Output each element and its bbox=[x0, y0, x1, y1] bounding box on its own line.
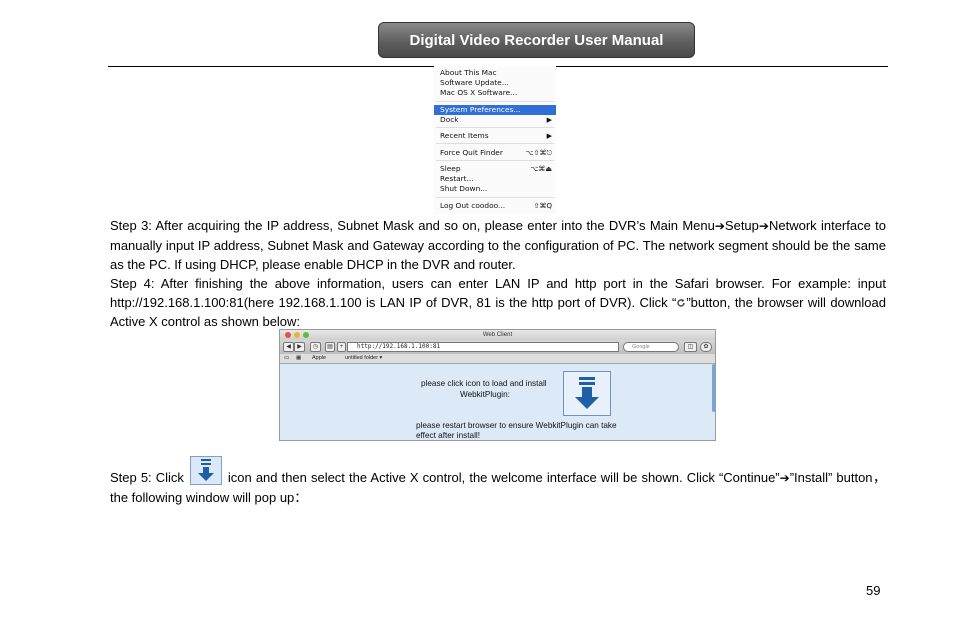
menu-item-software-update: Software Update... bbox=[434, 78, 556, 88]
menu-item-macosx-software: Mac OS X Software... bbox=[434, 88, 556, 98]
right-arrow-icon: ➔ bbox=[779, 471, 790, 485]
download-plugin-icon bbox=[563, 371, 611, 416]
bookmarks-bar: ▭ ▦ Apple untitled folder ▾ bbox=[280, 354, 715, 364]
right-arrow-icon: ➔ bbox=[714, 219, 725, 233]
menu-separator bbox=[436, 101, 554, 102]
snapback-icon: ◫ bbox=[684, 342, 697, 352]
step3-paragraph: Step 3: After acquiring the IP address, … bbox=[110, 216, 886, 275]
zoom-icon bbox=[303, 332, 309, 338]
menu-item-label: System Preferences... bbox=[440, 105, 521, 114]
back-icon: ◀ bbox=[283, 342, 294, 352]
menu-item-label: Software Update... bbox=[440, 78, 509, 87]
menu-separator bbox=[436, 197, 554, 198]
menu-item-dock: Dock ▶ bbox=[434, 115, 556, 125]
menu-shortcut: ⌥⇧⌘⎋ bbox=[525, 149, 552, 157]
window-titlebar: Web Client bbox=[280, 330, 715, 340]
plugin-install-message: please click icon to load and install bbox=[421, 379, 547, 388]
step5-text: icon and then select the Active X contro… bbox=[227, 470, 780, 485]
menu-item-label: Dock bbox=[440, 115, 459, 124]
add-bookmark-icon: + bbox=[337, 342, 346, 352]
step5-paragraph: Step 5: Click icon and then select the Ac… bbox=[110, 456, 886, 507]
close-icon bbox=[285, 332, 291, 338]
window-title: Web Client bbox=[482, 332, 513, 338]
bookmarks-book-icon: ▭ bbox=[284, 355, 290, 361]
page-number: 59 bbox=[866, 583, 881, 598]
menu-separator bbox=[436, 127, 554, 128]
menu-separator bbox=[436, 160, 554, 161]
menu-item-force-quit: Force Quit Finder ⌥⇧⌘⎋ bbox=[434, 148, 556, 158]
menu-item-shut-down: Shut Down... bbox=[434, 184, 556, 194]
settings-gear-icon: ✿ bbox=[700, 342, 712, 352]
safari-window-screenshot: Web Client ◀ ▶ ◷ ▤ + http://192.168.1.10… bbox=[279, 329, 716, 441]
manual-header-title: Digital Video Recorder User Manual bbox=[378, 22, 695, 58]
menu-item-label: Log Out coodoo... bbox=[440, 201, 506, 210]
menu-item-label: Shut Down... bbox=[440, 184, 488, 193]
menu-item-system-preferences: System Preferences... bbox=[434, 105, 556, 115]
submenu-arrow-icon: ▶ bbox=[546, 132, 552, 140]
step5-text: Step 5: Click bbox=[110, 470, 184, 485]
step3-text: Step 3: After acquiring the IP address, … bbox=[110, 218, 715, 233]
menu-item-label: Recent Items bbox=[440, 131, 489, 140]
search-field: Google bbox=[623, 342, 679, 352]
menu-shortcut: ⇧⌘Q bbox=[533, 202, 552, 210]
bookmark-book-icon: ▤ bbox=[325, 342, 335, 352]
menu-separator bbox=[436, 143, 554, 144]
step3-text: Setup bbox=[724, 218, 759, 233]
plugin-name: WebkitPlugin: bbox=[460, 390, 510, 399]
refresh-icon bbox=[677, 299, 686, 307]
apple-menu-screenshot: About This Mac Software Update... Mac OS… bbox=[434, 66, 556, 214]
menu-item-log-out: Log Out coodoo... ⇧⌘Q bbox=[434, 201, 556, 211]
right-arrow-icon: ➔ bbox=[758, 219, 769, 233]
step4-paragraph: Step 4: After finishing the above inform… bbox=[110, 274, 886, 332]
menu-item-about: About This Mac bbox=[434, 68, 556, 78]
top-sites-grid-icon: ▦ bbox=[296, 355, 302, 361]
menu-item-label: Force Quit Finder bbox=[440, 148, 503, 157]
bookmark-untitled-folder: untitled folder ▾ bbox=[345, 355, 383, 361]
browser-toolbar: ◀ ▶ ◷ ▤ + http://192.168.1.100:81 Google… bbox=[280, 340, 715, 354]
menu-item-recent-items: Recent Items ▶ bbox=[434, 131, 556, 141]
window-controls bbox=[285, 332, 309, 338]
menu-item-label: Mac OS X Software... bbox=[440, 88, 518, 97]
address-bar: http://192.168.1.100:81 bbox=[347, 342, 619, 352]
restart-browser-message-2: effect after install! bbox=[416, 431, 481, 440]
menu-item-restart: Restart... bbox=[434, 174, 556, 184]
forward-icon: ▶ bbox=[294, 342, 305, 352]
minimize-icon bbox=[294, 332, 300, 338]
bookmark-apple: Apple bbox=[312, 355, 327, 361]
menu-shortcut: ⌥⌘⏏ bbox=[530, 165, 552, 173]
history-icon: ◷ bbox=[310, 342, 321, 352]
menu-item-sleep: Sleep ⌥⌘⏏ bbox=[434, 164, 556, 174]
menu-item-label: Restart... bbox=[440, 174, 474, 183]
submenu-arrow-icon: ▶ bbox=[546, 116, 552, 124]
menu-item-label: Sleep bbox=[440, 164, 461, 173]
download-icon bbox=[189, 456, 222, 485]
vertical-scrollbar bbox=[712, 364, 715, 412]
menu-item-label: About This Mac bbox=[440, 68, 497, 77]
